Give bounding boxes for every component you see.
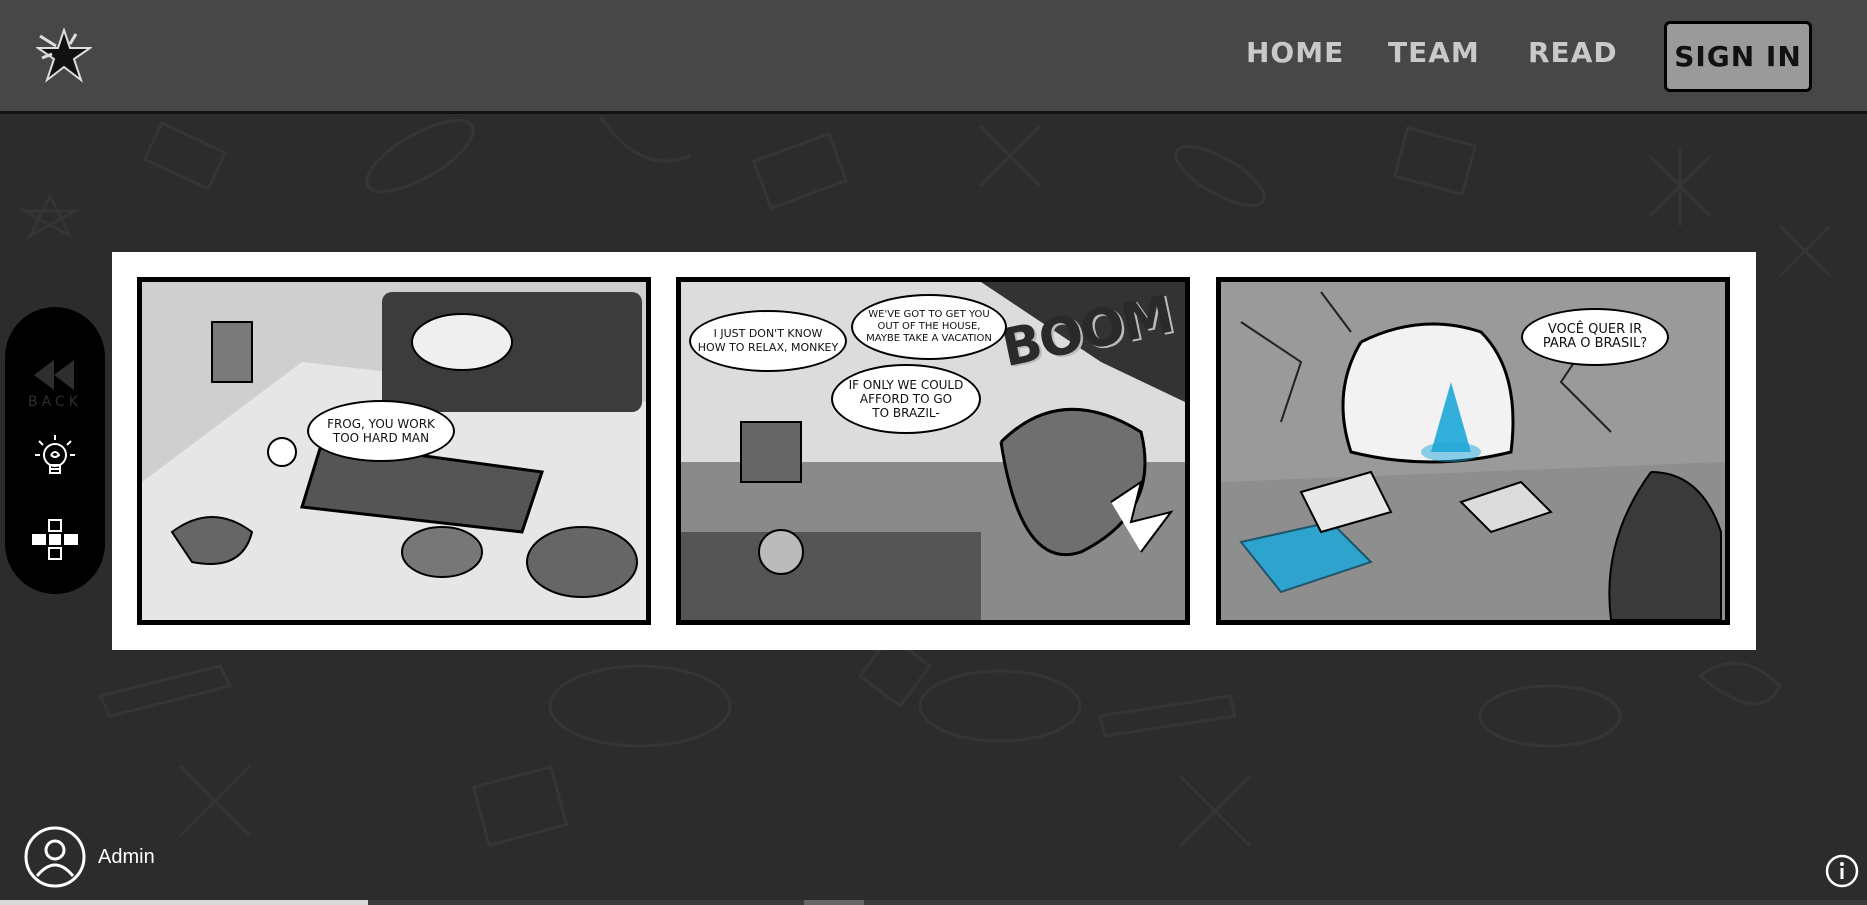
hint-button[interactable] [5, 425, 105, 491]
nav-read-link[interactable]: READ [1528, 36, 1618, 69]
double-arrow-back-icon [34, 360, 74, 390]
bottom-bar-segment [804, 900, 864, 905]
nav-home-link[interactable]: HOME [1246, 36, 1344, 69]
comic-panel-1: FROG, YOU WORK TOO HARD MAN [137, 277, 651, 625]
top-nav-bar: HOME TEAM READ SIGN IN [0, 0, 1867, 114]
back-button[interactable]: BACK [5, 355, 105, 413]
bottom-bar-segment [0, 900, 368, 905]
speech-bubble: WE'VE GOT TO GET YOU OUT OF THE HOUSE, M… [851, 294, 1007, 360]
comic-side-toolbar: BACK [5, 307, 105, 594]
sign-in-button[interactable]: SIGN IN [1664, 21, 1812, 92]
speech-bubble: FROG, YOU WORK TOO HARD MAN [307, 400, 455, 462]
comic-strip: FROG, YOU WORK TOO HARD MAN BOOM I JUST … [112, 252, 1756, 650]
user-avatar-icon [24, 826, 86, 888]
nav-team-link[interactable]: TEAM [1388, 36, 1480, 69]
info-icon[interactable] [1824, 853, 1860, 889]
speech-bubble: IF ONLY WE COULD AFFORD TO GO TO BRAZIL- [831, 364, 981, 434]
user-profile[interactable]: Admin [24, 826, 155, 888]
speech-bubble: I JUST DON'T KNOW HOW TO RELAX, MONKEY [689, 310, 847, 372]
lightbulb-icon [35, 435, 75, 474]
panel-grid-icon [32, 519, 78, 560]
user-name: Admin [98, 845, 155, 868]
panel-grid-button[interactable] [5, 507, 105, 573]
speech-bubble: VOCÊ QUER IR PARA O BRASIL? [1521, 308, 1669, 366]
star-splash-logo-icon[interactable] [36, 28, 92, 84]
comic-panel-2: BOOM I JUST DON'T KNOW HOW TO RELAX, MON… [676, 277, 1190, 625]
bottom-status-bar [0, 900, 1867, 905]
comic-panel-3: VOCÊ QUER IR PARA O BRASIL? [1216, 277, 1730, 625]
back-label: BACK [28, 394, 82, 410]
